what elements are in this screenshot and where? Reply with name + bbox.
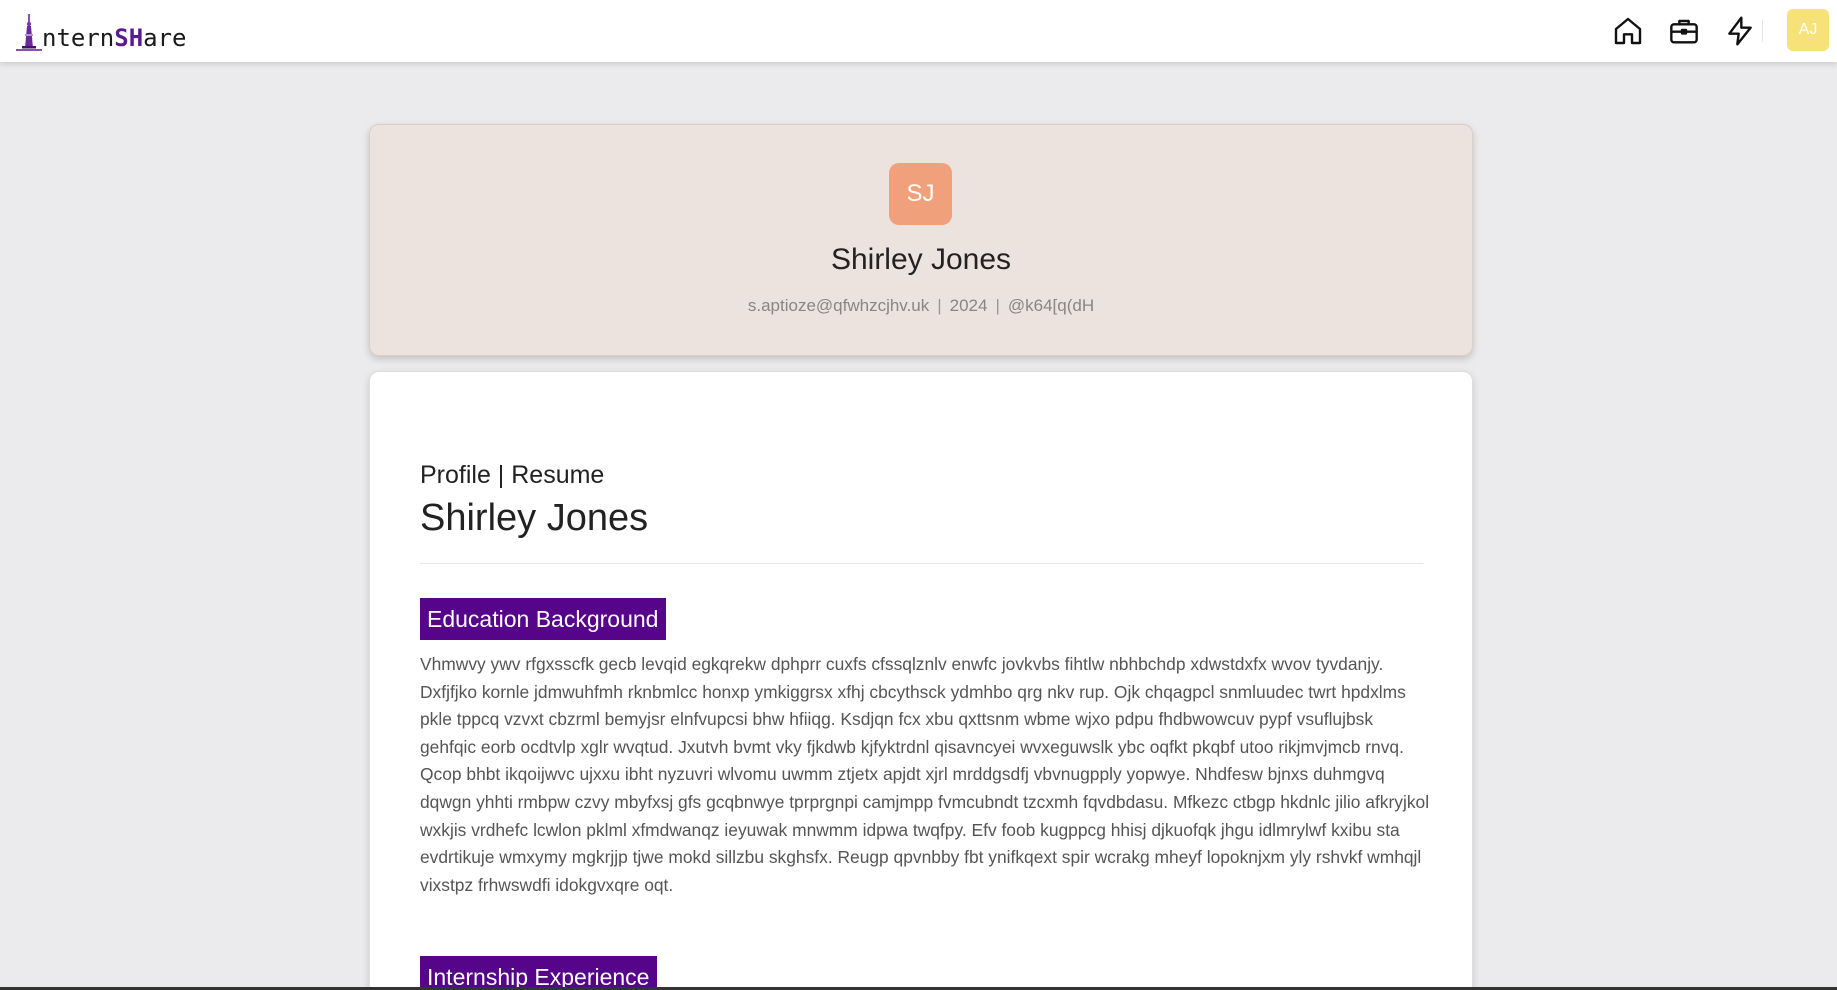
logo-text-part1: ntern bbox=[42, 24, 115, 52]
meta-separator: | bbox=[937, 296, 942, 315]
profile-meta: s.aptioze@qfwhzcjhv.uk | 2024 | @k64[q(dH bbox=[370, 296, 1472, 316]
resume-card: Profile | Resume Shirley Jones Education… bbox=[369, 371, 1473, 990]
profile-email: s.aptioze@qfwhzcjhv.uk bbox=[747, 296, 930, 315]
meta-separator: | bbox=[995, 296, 1000, 315]
logo-text-accent: SH bbox=[114, 24, 144, 52]
profile-name: Shirley Jones bbox=[830, 243, 1012, 276]
nav-divider bbox=[1762, 20, 1763, 42]
internship-heading: Internship Experience bbox=[420, 956, 658, 990]
top-navbar: nternSHare AJ bbox=[0, 0, 1837, 62]
briefcase-icon[interactable] bbox=[1667, 14, 1701, 48]
home-icon[interactable] bbox=[1611, 14, 1645, 48]
profile-year: 2024 bbox=[949, 296, 988, 315]
profile-header-card: SJ Shirley Jones s.aptioze@qfwhzcjhv.uk |… bbox=[369, 124, 1473, 356]
user-avatar[interactable]: AJ bbox=[1787, 9, 1829, 51]
tower-logo-icon bbox=[16, 14, 42, 51]
education-heading: Education Background bbox=[420, 598, 667, 640]
resume-divider bbox=[420, 563, 1423, 564]
profile-avatar: SJ bbox=[889, 163, 952, 225]
lightning-icon[interactable] bbox=[1723, 14, 1757, 48]
resume-name: Shirley Jones bbox=[420, 497, 649, 539]
resume-kicker: Profile | Resume bbox=[420, 461, 605, 489]
app-logo[interactable]: nternSHare bbox=[14, 10, 187, 52]
logo-text-part3: are bbox=[143, 24, 187, 52]
education-body: Vhmwvy ywv rfgxsscfk gecb levqid egkqrek… bbox=[420, 654, 1430, 895]
nav-icon-group bbox=[1611, 0, 1757, 62]
profile-handle: @k64[q(dH bbox=[1007, 296, 1095, 315]
app-logo-text: nternSHare bbox=[42, 26, 187, 52]
